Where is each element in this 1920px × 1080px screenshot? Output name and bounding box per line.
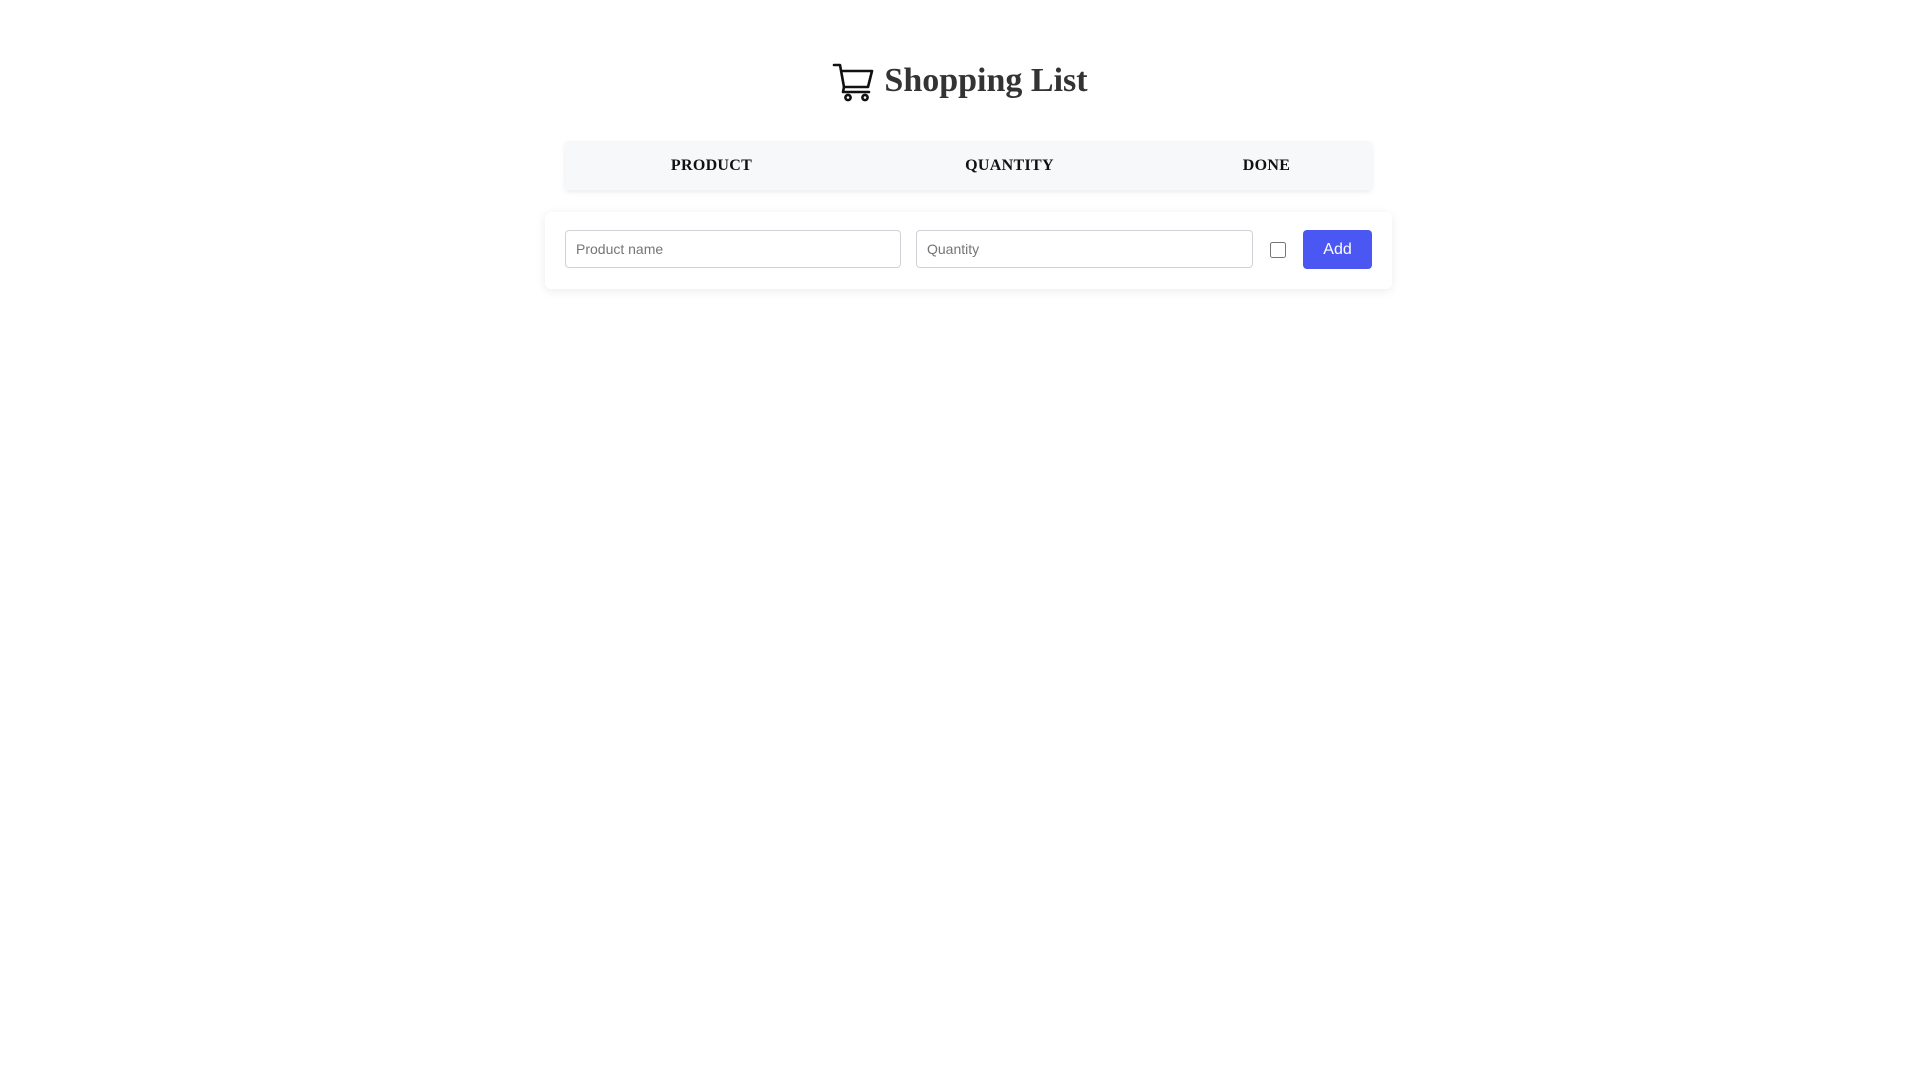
add-item-form: Add — [545, 212, 1392, 289]
add-button[interactable]: Add — [1303, 230, 1372, 269]
column-header-quantity: QUANTITY — [965, 157, 1054, 174]
quantity-input[interactable] — [916, 230, 1253, 268]
page-header: Shopping List — [0, 58, 1920, 104]
column-header-product: PRODUCT — [670, 157, 753, 174]
column-header-done: DONE — [1242, 157, 1291, 174]
product-name-input[interactable] — [565, 230, 901, 268]
shopping-cart-icon — [832, 60, 876, 104]
table-header: PRODUCT QUANTITY DONE — [565, 141, 1372, 190]
page-title: Shopping List — [884, 62, 1088, 99]
done-checkbox[interactable] — [1270, 242, 1286, 258]
